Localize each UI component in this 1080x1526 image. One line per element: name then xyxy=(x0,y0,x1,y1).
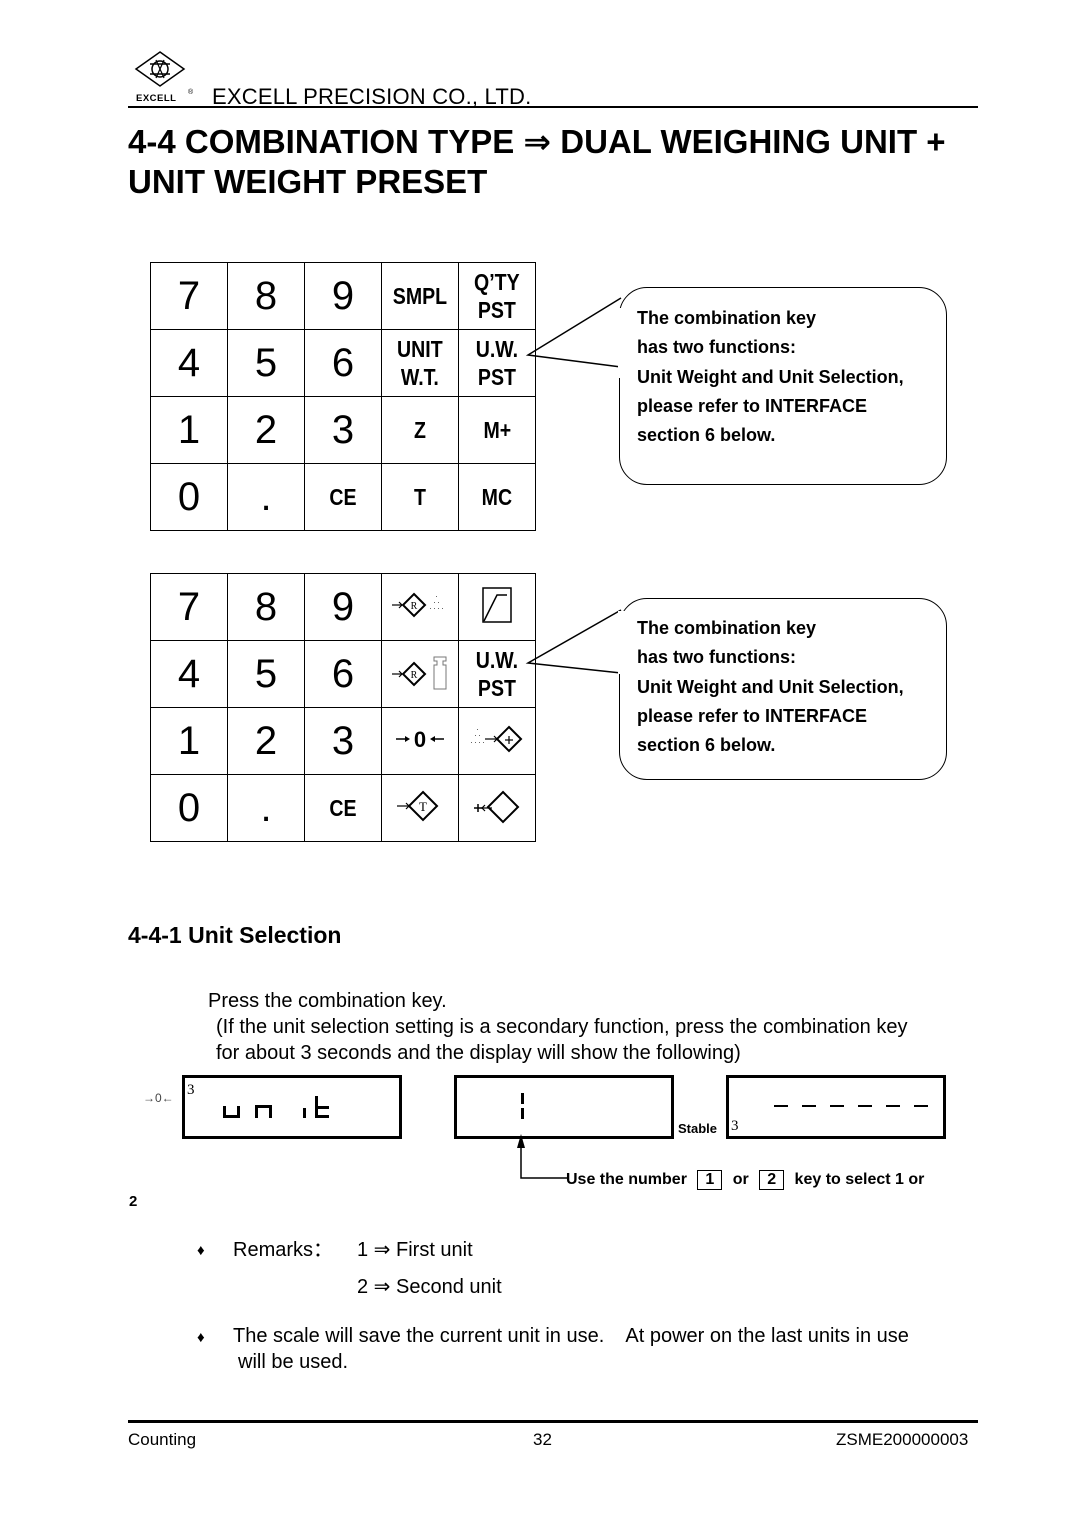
key-ce[interactable]: CE xyxy=(304,463,382,531)
sample-r-icon: R xyxy=(392,592,443,617)
zero-icon: 0 xyxy=(396,727,444,752)
key-7[interactable]: 7 xyxy=(150,573,228,641)
key-mc[interactable]: MC xyxy=(458,463,536,531)
keypad-text-labels: 7 8 9 SMPL Q’TY PST 4 5 6 UNIT W.T. U.W. PS… xyxy=(150,262,536,531)
bullet-icon: ♦ xyxy=(197,1242,205,1259)
select-note-wrap: 2 xyxy=(129,1193,138,1210)
tare-icon: T xyxy=(397,790,439,821)
document-code: ZSME200000003 xyxy=(836,1430,969,1449)
svg-text:0: 0 xyxy=(414,727,426,752)
key-0[interactable]: 0 xyxy=(150,463,228,531)
logo-label: EXCELL xyxy=(136,93,177,104)
callout-tail-cover-a xyxy=(618,308,626,378)
keypad-icon-labels: 7 8 9 R 4 5 6 R U.W. PST 1 2 3 0 0 . CE … xyxy=(150,573,536,842)
display-digit-1-upper xyxy=(521,1093,524,1104)
svg-text:T: T xyxy=(419,799,427,814)
key-2[interactable]: 2 xyxy=(227,707,305,775)
callout-a-text: The combination key has two functions: U… xyxy=(637,308,904,446)
display-unit: 3 xyxy=(182,1075,402,1139)
key-2[interactable]: 2 xyxy=(227,396,305,464)
key-sample[interactable]: R xyxy=(381,573,459,641)
key-m-plus[interactable]: M+ xyxy=(458,396,536,464)
key-3[interactable]: 3 xyxy=(304,707,382,775)
unit-weight-r-icon: R xyxy=(392,656,447,689)
key-7[interactable]: 7 xyxy=(150,262,228,330)
key-3[interactable]: 3 xyxy=(304,396,382,464)
key-2-badge: 2 xyxy=(759,1170,785,1190)
callout-b-text: The combination key has two functions: U… xyxy=(637,618,904,756)
select-note: Use the number 1 or 2 key to select 1 or xyxy=(566,1170,925,1190)
key-6[interactable]: 6 xyxy=(304,329,382,397)
accumulate-plus-icon xyxy=(471,725,523,752)
note-line-2: for about 3 seconds and the display will… xyxy=(216,1042,741,1064)
key-5[interactable]: 5 xyxy=(227,329,305,397)
header-divider xyxy=(128,106,978,108)
remark-item-1: 1 ⇒ First unit xyxy=(357,1239,473,1261)
key-4[interactable]: 4 xyxy=(150,640,228,708)
display-dashes: 3 ------ xyxy=(726,1075,946,1139)
key-9[interactable]: 9 xyxy=(304,573,382,641)
callout-tail-cover-b xyxy=(618,611,626,674)
key-1[interactable]: 1 xyxy=(150,396,228,464)
note-line-1: (If the unit selection setting is a seco… xyxy=(216,1016,908,1038)
recall-icon xyxy=(474,790,520,823)
bullet-icon: ♦ xyxy=(197,1329,205,1346)
key-smpl[interactable]: SMPL xyxy=(381,262,459,330)
save-note-line-1: The scale will save the current unit in … xyxy=(233,1325,909,1347)
page-title: 4-4 COMBINATION TYPE ⇒ DUAL WEIGHING UNI… xyxy=(128,123,946,200)
key-8[interactable]: 8 xyxy=(227,262,305,330)
key-ce[interactable]: CE xyxy=(304,774,382,842)
footer-divider xyxy=(128,1420,978,1423)
company-logo: EXCELL ® xyxy=(128,50,198,108)
key-5[interactable]: 5 xyxy=(227,640,305,708)
display-corner-digit: 3 xyxy=(187,1082,195,1098)
key-1[interactable]: 1 xyxy=(150,707,228,775)
key-recall[interactable] xyxy=(458,774,536,842)
save-note-line-2: will be used. xyxy=(238,1351,349,1373)
remark-item-2: 2 ⇒ Second unit xyxy=(357,1276,502,1298)
registered-mark: ® xyxy=(188,89,194,96)
key-9[interactable]: 9 xyxy=(304,262,382,330)
key-zero[interactable]: 0 xyxy=(381,707,459,775)
curve-icon xyxy=(482,586,512,623)
display-digit-1-lower xyxy=(521,1108,524,1119)
stable-label: Stable xyxy=(678,1121,718,1136)
key-0[interactable]: 0 xyxy=(150,774,228,842)
key-unit-wt[interactable]: UNIT W.T. xyxy=(381,329,459,397)
key-dot[interactable]: . xyxy=(227,463,305,531)
key-z[interactable]: Z xyxy=(381,396,459,464)
key-unit-weight[interactable]: R xyxy=(381,640,459,708)
section-title: 4-4-1 Unit Selection xyxy=(128,922,342,948)
select-arrow xyxy=(517,1134,567,1179)
key-dot[interactable]: . xyxy=(227,774,305,842)
key-8[interactable]: 8 xyxy=(227,573,305,641)
svg-text:R: R xyxy=(411,670,418,681)
key-tare[interactable]: T xyxy=(381,774,459,842)
display-corner-digit: 3 xyxy=(731,1118,739,1134)
key-t[interactable]: T xyxy=(381,463,459,531)
instruction-text: Press the combination key. xyxy=(208,990,447,1012)
svg-text:R: R xyxy=(411,601,418,612)
display-unit-value: 1 xyxy=(454,1075,674,1139)
key-4[interactable]: 4 xyxy=(150,329,228,397)
key-1-badge: 1 xyxy=(697,1170,723,1190)
zero-indicator: →0← xyxy=(143,1091,174,1105)
key-6[interactable]: 6 xyxy=(304,640,382,708)
page-number: 32 xyxy=(533,1430,552,1449)
remarks-label: Remarks： xyxy=(233,1239,334,1261)
key-accumulate[interactable] xyxy=(458,707,536,775)
footer-section: Counting xyxy=(128,1430,197,1449)
